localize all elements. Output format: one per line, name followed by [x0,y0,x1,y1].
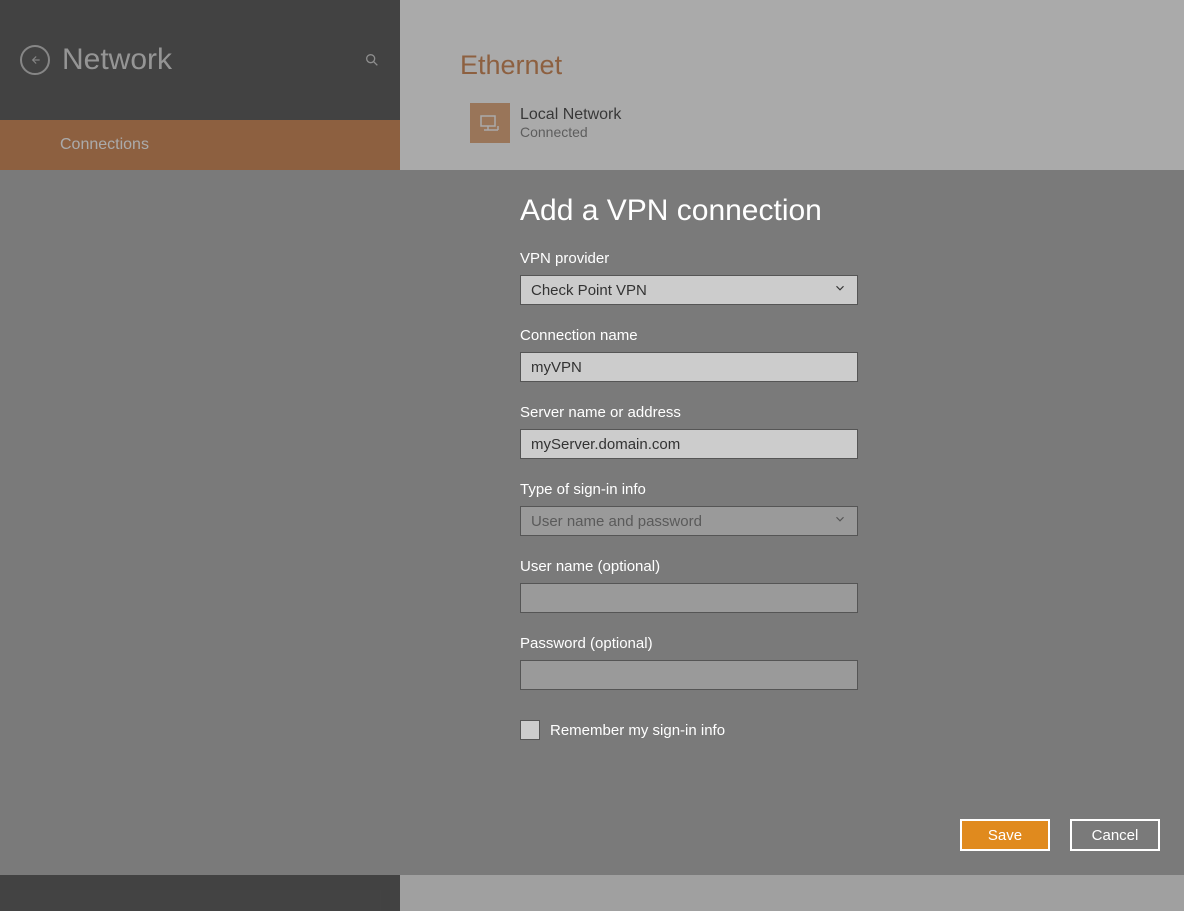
connection-name-input-wrapper [520,352,858,382]
vpn-provider-select[interactable]: Check Point VPN [520,275,858,305]
add-vpn-modal: Add a VPN connection VPN provider Check … [0,170,1184,875]
signin-type-select[interactable]: User name and password [520,506,858,536]
label-server: Server name or address [520,404,1160,421]
connection-name-input[interactable] [531,353,847,381]
vpn-provider-value: Check Point VPN [531,282,647,299]
password-input[interactable] [531,661,847,689]
server-input-wrapper [520,429,858,459]
username-input-wrapper [520,583,858,613]
username-input[interactable] [531,584,847,612]
modal-title: Add a VPN connection [520,194,1160,228]
label-password: Password (optional) [520,635,1160,652]
password-input-wrapper [520,660,858,690]
chevron-down-icon [833,512,847,530]
server-input[interactable] [531,430,847,458]
remember-label: Remember my sign-in info [550,722,725,739]
label-signin-type: Type of sign-in info [520,481,1160,498]
label-username: User name (optional) [520,558,1160,575]
label-connection-name: Connection name [520,327,1160,344]
chevron-down-icon [833,281,847,299]
signin-type-value: User name and password [531,513,702,530]
save-button[interactable]: Save [960,819,1050,851]
cancel-button[interactable]: Cancel [1070,819,1160,851]
label-vpn-provider: VPN provider [520,250,1160,267]
remember-checkbox[interactable] [520,720,540,740]
